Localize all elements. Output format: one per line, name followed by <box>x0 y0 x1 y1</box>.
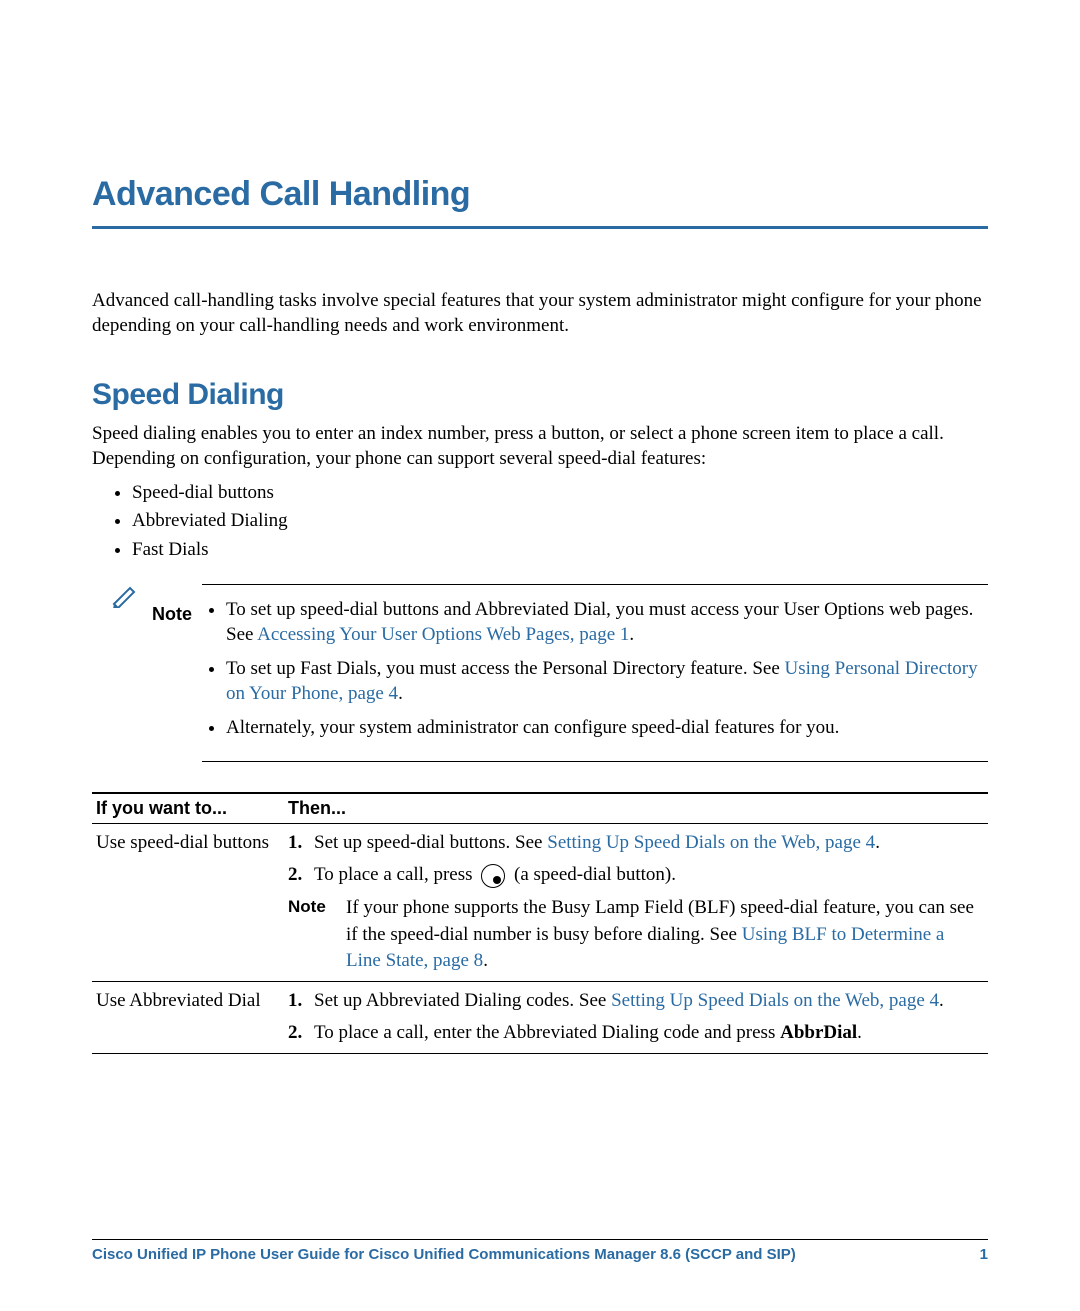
table-row: Use speed-dial buttons 1. Set up speed-d… <box>92 823 988 981</box>
step-number: 1. <box>288 830 314 857</box>
section-title: Speed Dialing <box>92 378 988 412</box>
link-user-options[interactable]: Accessing Your User Options Web Pages, p… <box>257 624 629 645</box>
list-item: Abbreviated Dialing <box>132 508 988 535</box>
note-text: . <box>398 683 403 704</box>
table-cell-task: Use speed-dial buttons <box>92 823 284 981</box>
step-text: Set up speed-dial buttons. See <box>314 832 547 853</box>
speed-dial-button-icon <box>481 864 505 888</box>
procedure-table: If you want to... Then... Use speed-dial… <box>92 792 988 1054</box>
step-number: 2. <box>288 1020 314 1047</box>
page-footer: Cisco Unified IP Phone User Guide for Ci… <box>92 1239 988 1263</box>
document-page: Advanced Call Handling Advanced call-han… <box>0 0 1080 1311</box>
step-text: Set up Abbreviated Dialing codes. See <box>314 990 611 1011</box>
note-item: To set up speed-dial buttons and Abbrevi… <box>226 597 988 648</box>
note-body: To set up speed-dial buttons and Abbrevi… <box>202 584 988 762</box>
step-text: To place a call, press <box>314 864 477 885</box>
link-speed-dials-web[interactable]: Setting Up Speed Dials on the Web, page … <box>611 990 939 1011</box>
list-item: Fast Dials <box>132 537 988 564</box>
chapter-title: Advanced Call Handling <box>92 175 988 214</box>
step-text: . <box>875 832 880 853</box>
step-text: (a speed-dial button). <box>509 864 676 885</box>
table-header: Then... <box>284 793 988 824</box>
footer-title: Cisco Unified IP Phone User Guide for Ci… <box>92 1246 796 1263</box>
note-text: . <box>629 624 634 645</box>
table-header: If you want to... <box>92 793 284 824</box>
note-item: Alternately, your system administrator c… <box>226 715 988 741</box>
step-text: . <box>857 1022 862 1043</box>
feature-list: Speed-dial buttons Abbreviated Dialing F… <box>92 480 988 564</box>
table-row: Use Abbreviated Dial 1. Set up Abbreviat… <box>92 981 988 1053</box>
list-item: Speed-dial buttons <box>132 480 988 507</box>
table-cell-steps: 1. Set up speed-dial buttons. See Settin… <box>284 823 988 981</box>
step-number: 1. <box>288 988 314 1015</box>
inner-note-label: Note <box>288 895 346 975</box>
chapter-rule <box>92 226 988 229</box>
page-number: 1 <box>980 1246 988 1263</box>
intro-paragraph: Advanced call-handling tasks involve spe… <box>92 289 988 338</box>
note-label: Note <box>152 584 202 762</box>
note-item: To set up Fast Dials, you must access th… <box>226 656 988 707</box>
table-cell-task: Use Abbreviated Dial <box>92 981 284 1053</box>
note-block: Note To set up speed-dial buttons and Ab… <box>92 584 988 762</box>
section-intro: Speed dialing enables you to enter an in… <box>92 422 988 471</box>
pencil-icon <box>112 584 140 608</box>
table-cell-steps: 1. Set up Abbreviated Dialing codes. See… <box>284 981 988 1053</box>
step-text: . <box>939 990 944 1011</box>
inner-note-text: . <box>483 950 488 971</box>
note-icon-column <box>112 584 152 762</box>
link-speed-dials-web[interactable]: Setting Up Speed Dials on the Web, page … <box>547 832 875 853</box>
softkey-abbrdial: AbbrDial <box>780 1022 857 1043</box>
step-text: To place a call, enter the Abbreviated D… <box>314 1022 780 1043</box>
inner-note: Note If your phone supports the Busy Lam… <box>288 895 980 975</box>
step-number: 2. <box>288 862 314 889</box>
note-text: To set up Fast Dials, you must access th… <box>226 658 785 679</box>
